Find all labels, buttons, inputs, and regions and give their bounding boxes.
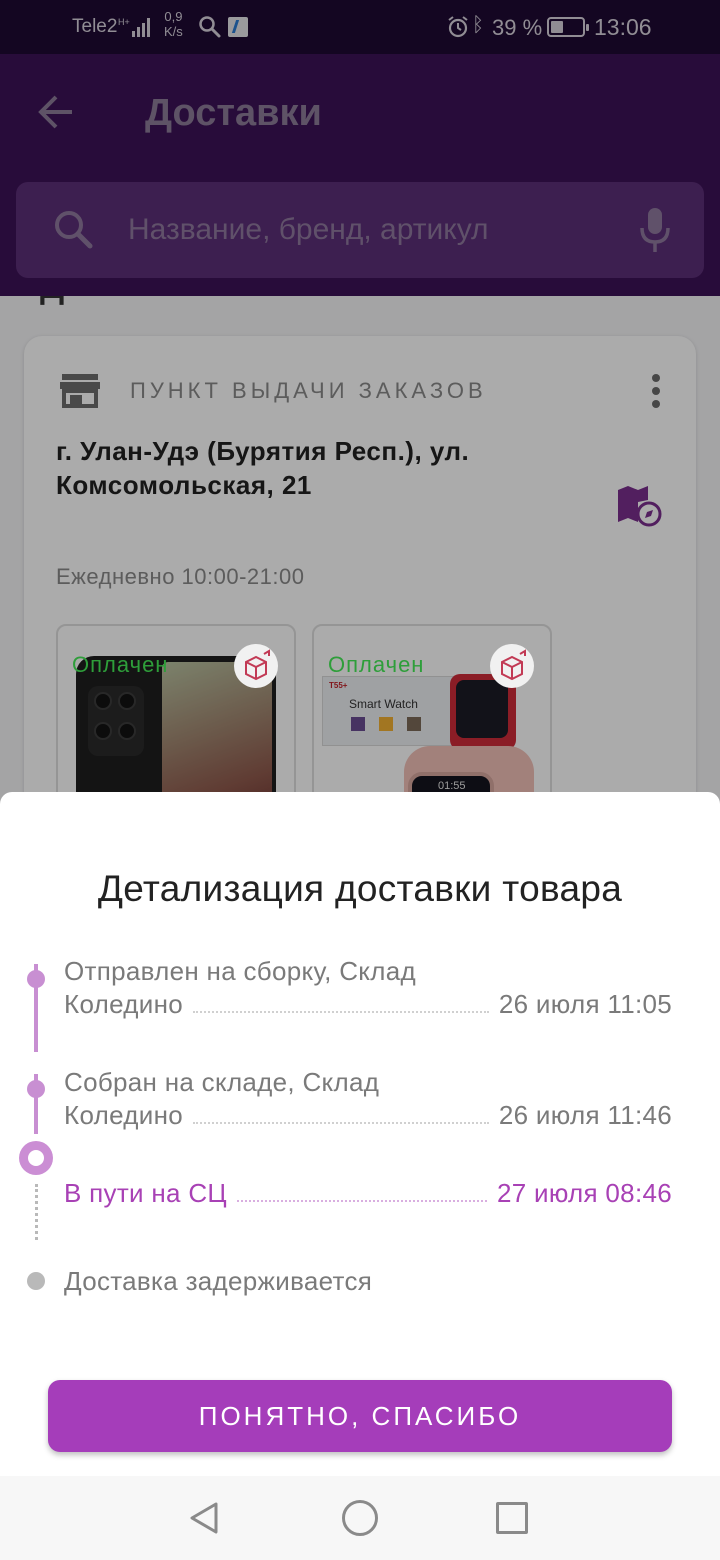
paid-status-badge: Оплачен [72,652,169,677]
confirm-button[interactable]: ПОНЯТНО, СПАСИБО [48,1380,672,1452]
timeline-dot-done [27,1080,45,1098]
sheet-title: Детализация доставки товара [97,868,623,909]
timeline-connector-pending [35,1184,38,1240]
event-title: Собран на складе, Склад [64,1067,380,1097]
delivery-details-sheet: Детализация доставки товара Отправлен на… [0,792,720,1476]
event-date: 26 июля 11:46 [498,1100,672,1130]
event-date: 26 июля 11:05 [498,989,672,1019]
event-title-cont: Коледино [64,989,184,1019]
timeline-dot-done [27,970,45,988]
system-nav-bar [0,1476,720,1560]
event-title: Доставка задерживается [64,1266,373,1296]
timeline-event-pending: Доставка задерживается [64,1265,672,1298]
timeline-dot-current [19,1141,53,1175]
timeline-event: Отправлен на сборку, Склад Коледино 26 и… [64,955,672,1021]
event-title: Отправлен на сборку, Склад [64,956,416,986]
dotted-leader [236,1200,487,1202]
event-date: 27 июля 08:46 [496,1178,672,1208]
dotted-leader [193,1011,489,1013]
nav-home-icon[interactable] [342,1500,378,1536]
event-title-cont: Коледино [64,1100,184,1130]
return-box-icon[interactable] [490,644,534,688]
paid-status-badge: Оплачен [328,652,425,677]
nav-back-icon[interactable] [186,1500,222,1536]
return-box-icon[interactable] [234,644,278,688]
timeline-event: Собран на складе, Склад Коледино 26 июля… [64,1066,672,1132]
nav-recent-apps-icon[interactable] [496,1502,528,1534]
timeline-event-current: В пути на СЦ 27 июля 08:46 [64,1177,672,1210]
event-title: В пути на СЦ [64,1178,227,1208]
timeline-dot-pending [27,1272,45,1290]
dotted-leader [193,1122,489,1124]
delivery-timeline: Отправлен на сборку, Склад Коледино 26 и… [0,952,720,1312]
